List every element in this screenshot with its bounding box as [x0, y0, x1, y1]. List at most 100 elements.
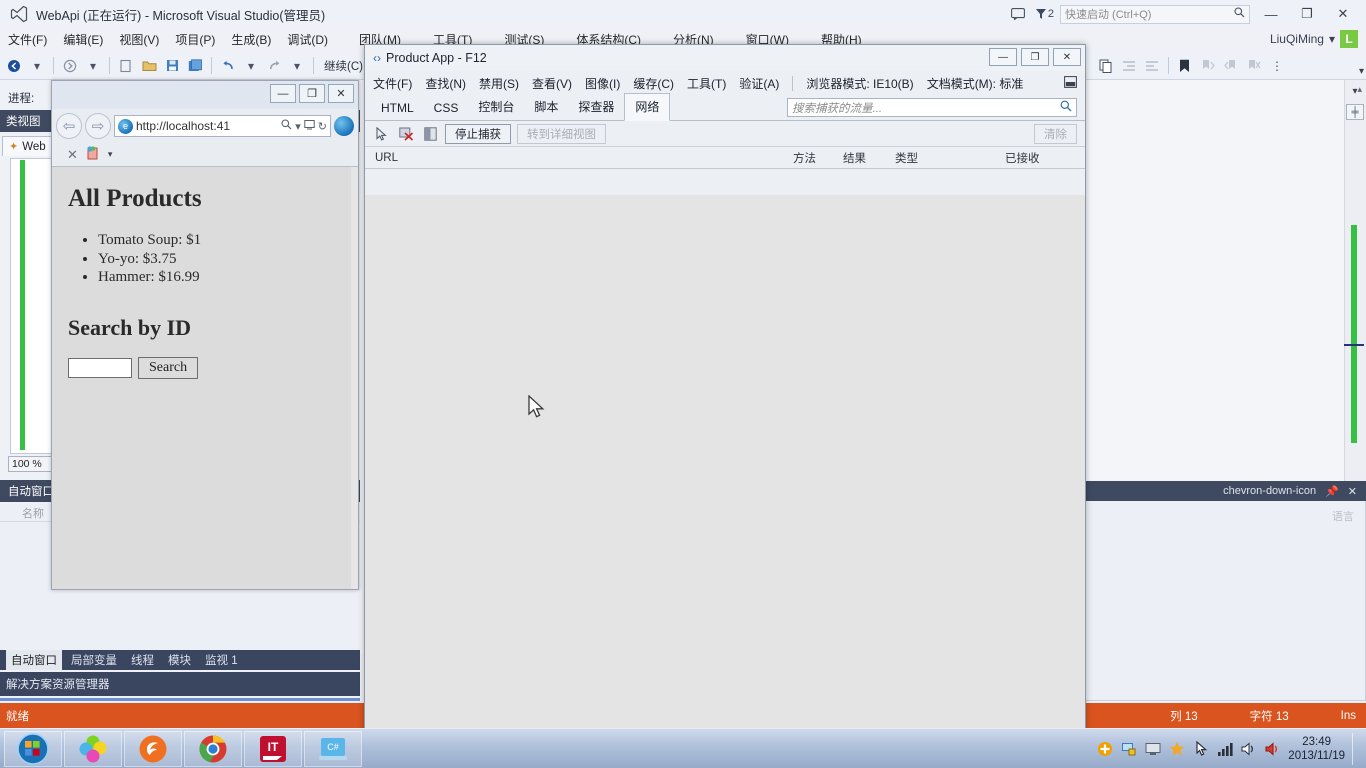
network-traffic-grid[interactable] — [365, 195, 1085, 745]
forward-dropdown-icon[interactable]: ▾ — [83, 56, 103, 76]
tab-script[interactable]: 脚本 — [524, 94, 568, 120]
f12-menu-tools[interactable]: 工具(T) — [687, 75, 726, 92]
menu-item-edit[interactable]: 编辑(E) — [63, 31, 103, 48]
vs-user-account[interactable]: LiuQiMing ▾ L — [1270, 30, 1358, 48]
f12-maximize-button[interactable]: ❐ — [1021, 48, 1049, 66]
f12-minimize-button[interactable]: — — [989, 48, 1017, 66]
bookmark-icon[interactable] — [1175, 56, 1195, 76]
editor-tab-web[interactable]: ✦ Web — [2, 136, 53, 156]
star-icon[interactable] — [1168, 741, 1185, 758]
tab-threads[interactable]: 线程 — [126, 650, 159, 670]
chrome-browser-icon[interactable] — [184, 730, 242, 767]
search-icon[interactable] — [281, 119, 292, 133]
menu-item-project[interactable]: 项目(P) — [175, 31, 215, 48]
column-method[interactable]: 方法 — [793, 150, 816, 166]
pointer-icon[interactable] — [1192, 741, 1209, 758]
editor-zoom-level[interactable]: 100 % — [8, 456, 52, 472]
column-type[interactable]: 类型 — [895, 150, 918, 166]
toolbar-overflow-icon[interactable]: ⋮ — [1267, 56, 1287, 76]
f12-menu-validate[interactable]: 验证(A) — [739, 75, 779, 92]
column-url[interactable]: URL — [375, 152, 398, 164]
cursor-select-icon[interactable] — [373, 125, 391, 143]
tab-watch-1[interactable]: 监视 1 — [200, 650, 243, 670]
outdent-icon[interactable] — [1142, 56, 1162, 76]
save-icon[interactable] — [162, 56, 182, 76]
column-result[interactable]: 结果 — [843, 150, 866, 166]
chevron-down-icon[interactable]: ▾ — [295, 120, 301, 133]
f12-search-input[interactable]: 搜索捕获的流量... — [787, 98, 1077, 117]
new-project-icon[interactable] — [116, 56, 136, 76]
avatar[interactable]: L — [1340, 30, 1358, 48]
menu-item-debug[interactable]: 调试(D) — [287, 31, 328, 48]
save-all-icon[interactable] — [185, 56, 205, 76]
undo-dropdown-icon[interactable]: ▾ — [241, 56, 261, 76]
quick-launch-input[interactable]: 快速启动 (Ctrl+Q) — [1060, 4, 1250, 24]
prev-bookmark-icon[interactable] — [1221, 56, 1241, 76]
tab-modules[interactable]: 模块 — [163, 650, 196, 670]
next-bookmark-icon[interactable] — [1198, 56, 1218, 76]
ie-minimize-button[interactable]: — — [270, 84, 296, 103]
vs-maximize-button[interactable]: ❐ — [1292, 1, 1322, 27]
ie-page-scrollbar[interactable] — [351, 167, 358, 589]
network-secure-icon[interactable] — [1120, 741, 1137, 758]
column-received[interactable]: 已接收 — [1005, 150, 1040, 166]
f12-document-mode[interactable]: 文档模式(M): 标准 — [927, 75, 1024, 92]
address-bar[interactable]: e http://localhost:41 ▾ ↻ — [114, 115, 331, 137]
speaker-icon[interactable] — [1264, 741, 1281, 758]
dock-icon[interactable] — [1064, 75, 1077, 91]
open-file-icon[interactable] — [139, 56, 159, 76]
menu-item-file[interactable]: 文件(F) — [8, 31, 47, 48]
ie-close-button[interactable]: ✕ — [328, 84, 354, 103]
continue-button[interactable]: 继续(C) — [320, 58, 367, 74]
compatibility-view-icon[interactable] — [304, 119, 315, 133]
tab-profiler[interactable]: 探查器 — [568, 94, 624, 120]
chevron-down-icon[interactable]: ▾ — [108, 149, 113, 160]
copy-icon[interactable] — [1096, 56, 1116, 76]
tab-console[interactable]: 控制台 — [468, 94, 524, 120]
tab-auto-window[interactable]: 自动窗口 — [6, 650, 62, 670]
search-button[interactable]: Search — [138, 356, 199, 379]
pin-icon[interactable]: 📌 — [1325, 485, 1339, 498]
tab-locals[interactable]: 局部变量 — [66, 650, 122, 670]
editor-nav-chevron-icon[interactable]: ▾ — [1359, 66, 1364, 77]
close-icon[interactable]: ✕ — [1348, 485, 1357, 498]
search-icon[interactable] — [1060, 100, 1072, 115]
tab-html[interactable]: HTML — [371, 97, 424, 120]
image-icon[interactable] — [421, 125, 439, 143]
redo-icon[interactable] — [264, 56, 284, 76]
menu-item-build[interactable]: 生成(B) — [231, 31, 271, 48]
f12-menu-find[interactable]: 查找(N) — [425, 75, 466, 92]
taskbar-clock[interactable]: 23:49 2013/11/19 — [1288, 735, 1345, 763]
chevron-down-icon[interactable]: ▾ — [1329, 32, 1335, 46]
visual-studio-csharp-icon[interactable]: C# — [304, 730, 362, 767]
it-app-icon[interactable]: IT — [244, 730, 302, 767]
tab-network[interactable]: 网络 — [624, 93, 671, 121]
display-icon[interactable] — [1144, 741, 1161, 758]
editor-splitter-icon[interactable]: ▾ — [1344, 82, 1366, 100]
vs-minimize-button[interactable]: — — [1256, 1, 1286, 27]
flower-app-icon[interactable] — [64, 730, 122, 767]
f12-menu-view[interactable]: 查看(V) — [532, 75, 572, 92]
notification-flag-icon[interactable]: 2 — [1035, 8, 1054, 20]
back-dropdown-icon[interactable]: ▾ — [27, 56, 47, 76]
chevron-down-icon[interactable]: chevron-down-icon — [1223, 485, 1316, 497]
forward-arrow-icon[interactable]: ⇨ — [85, 113, 111, 139]
clear-bookmarks-icon[interactable] — [1244, 56, 1264, 76]
detail-view-button[interactable]: 转到详细视图 — [517, 123, 606, 144]
firefox-browser-icon[interactable] — [124, 730, 182, 767]
clear-button[interactable]: 清除 — [1034, 123, 1077, 144]
search-input[interactable] — [68, 357, 132, 378]
show-desktop-button[interactable] — [1352, 733, 1358, 765]
feedback-icon[interactable] — [1007, 4, 1029, 24]
solution-explorer-tab[interactable]: 解决方案资源管理器 — [0, 672, 360, 696]
f12-menu-disable[interactable]: 禁用(S) — [479, 75, 519, 92]
start-orb-icon[interactable] — [4, 730, 62, 767]
forward-icon[interactable] — [60, 56, 80, 76]
split-view-icon[interactable]: ╪ — [1346, 104, 1364, 120]
indent-icon[interactable] — [1119, 56, 1139, 76]
vs-close-button[interactable]: ✕ — [1328, 1, 1358, 27]
f12-close-button[interactable]: ✕ — [1053, 48, 1081, 66]
back-arrow-icon[interactable]: ⇦ — [56, 113, 82, 139]
close-tab-icon[interactable]: ✕ — [67, 147, 78, 163]
refresh-icon[interactable]: ↻ — [318, 120, 327, 133]
